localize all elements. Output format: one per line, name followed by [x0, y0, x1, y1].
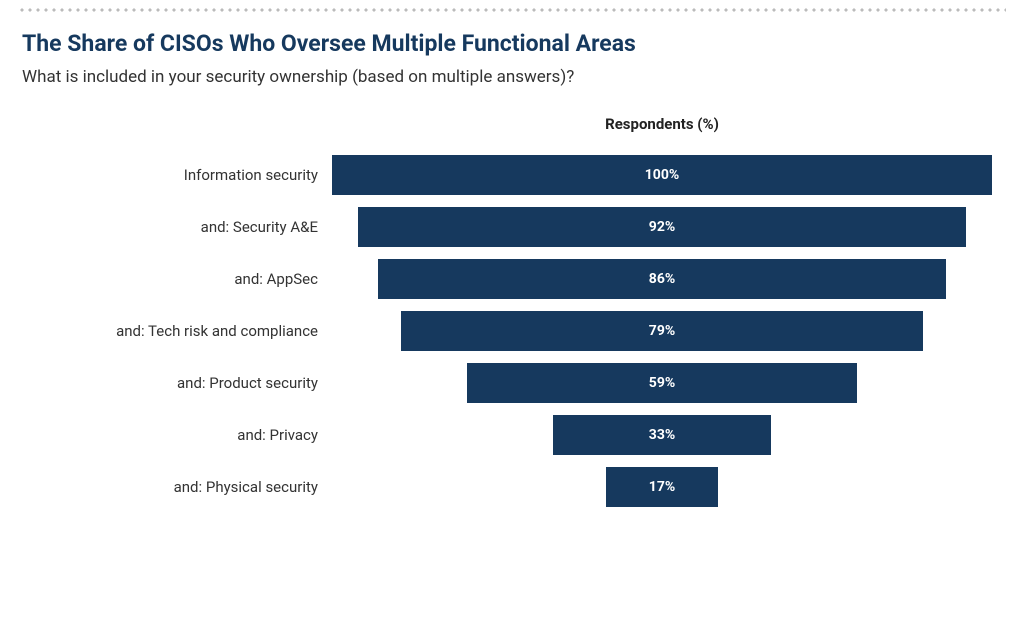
chart-row: and: Tech risk and compliance 79% — [82, 311, 992, 351]
chart-title: The Share of CISOs Who Oversee Multiple … — [22, 30, 1002, 57]
bar: 100% — [332, 155, 992, 195]
bar-zone: 86% — [332, 259, 992, 299]
bar: 17% — [606, 467, 718, 507]
row-label: and: Physical security — [82, 478, 332, 496]
row-label: and: AppSec — [82, 270, 332, 288]
bar: 79% — [401, 311, 922, 351]
chart-row: and: AppSec 86% — [82, 259, 992, 299]
bar: 59% — [467, 363, 856, 403]
bar: 92% — [358, 207, 965, 247]
row-label: Information security — [82, 166, 332, 184]
row-label: and: Security A&E — [82, 218, 332, 236]
chart-row: Information security100% — [82, 155, 992, 195]
row-label: and: Tech risk and compliance — [82, 322, 332, 340]
axis-label: Respondents (%) — [332, 115, 992, 133]
bar-zone: 17% — [332, 467, 992, 507]
bar-zone: 100% — [332, 155, 992, 195]
chart-subtitle: What is included in your security owners… — [22, 67, 1002, 87]
chart-container: The Share of CISOs Who Oversee Multiple … — [0, 12, 1024, 507]
chart-row: and: Product security 59% — [82, 363, 992, 403]
bar-zone: 59% — [332, 363, 992, 403]
bar: 33% — [553, 415, 771, 455]
bar: 86% — [378, 259, 946, 299]
chart-row: and: Security A&E 92% — [82, 207, 992, 247]
row-label: and: Product security — [82, 374, 332, 392]
chart-rows: Information security100% and: Security A&… — [82, 155, 992, 507]
bar-zone: 92% — [332, 207, 992, 247]
chart-area: Respondents (%) Information security100%… — [82, 115, 992, 507]
bar-zone: 33% — [332, 415, 992, 455]
bar-zone: 79% — [332, 311, 992, 351]
chart-row: and: Privacy 33% — [82, 415, 992, 455]
chart-row: and: Physical security 17% — [82, 467, 992, 507]
row-label: and: Privacy — [82, 426, 332, 444]
